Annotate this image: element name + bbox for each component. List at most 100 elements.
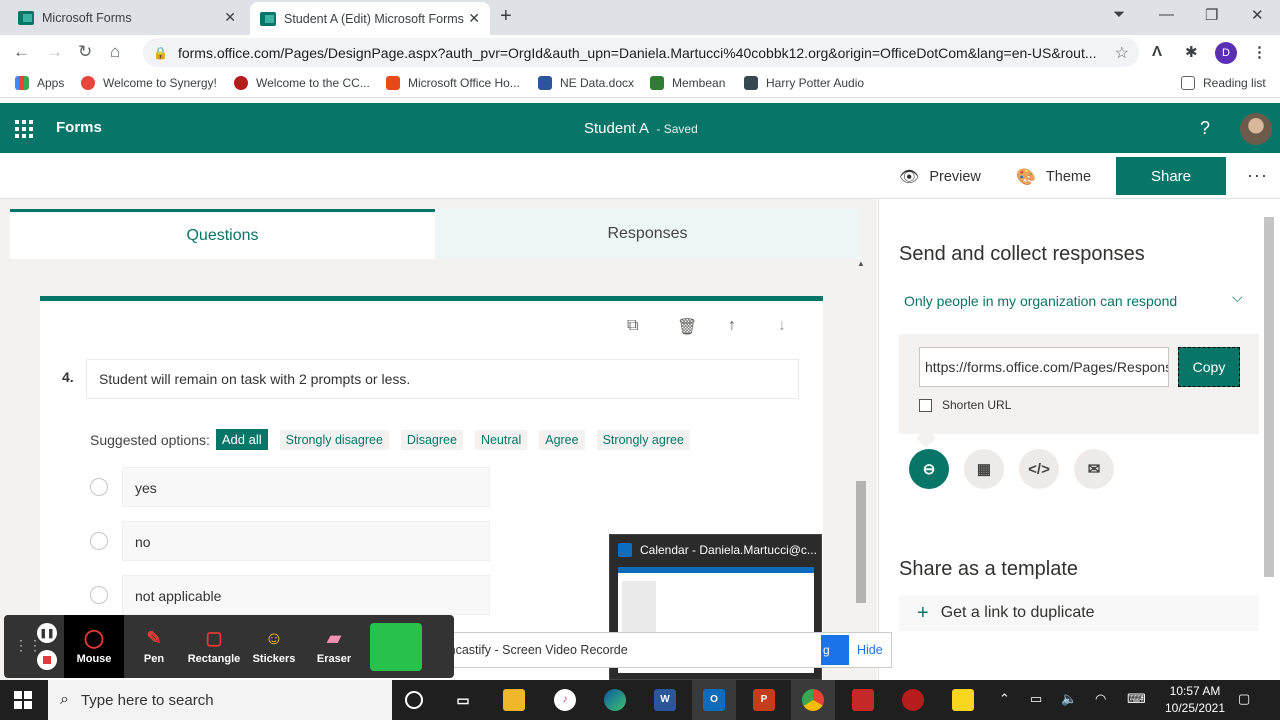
tool-stickers[interactable]: ☺ Stickers	[244, 615, 304, 678]
windows-start-icon[interactable]	[14, 691, 32, 709]
bookmark-membean[interactable]: Membean	[650, 76, 725, 90]
help-icon[interactable]: ?	[1200, 118, 1210, 139]
taskbar-search[interactable]: ⌕ Type here to search	[48, 680, 392, 720]
bookmark-star-icon[interactable]: ☆	[1115, 43, 1129, 63]
hide-button[interactable]: Hide	[857, 643, 883, 657]
suggestion-neutral[interactable]: Neutral	[474, 429, 528, 450]
outlook-taskbar-icon[interactable]: O	[703, 689, 725, 711]
keyboard-icon[interactable]: ⌨	[1127, 691, 1146, 707]
chevron-down-icon[interactable]: ⌵	[1232, 289, 1243, 306]
extension-a-icon[interactable]: Λ	[1152, 43, 1162, 60]
taskbar-clock[interactable]: 10:57 AM 10/25/2021	[1160, 683, 1230, 717]
add-all-button[interactable]: Add all	[215, 429, 268, 450]
browser-tab-forms[interactable]: Microsoft Forms ✕	[8, 0, 246, 35]
radio-button[interactable]	[90, 532, 108, 550]
tab-questions[interactable]: Questions	[10, 209, 435, 259]
home-icon[interactable]: ⌂	[110, 42, 120, 62]
task-view-icon[interactable]: ▭	[452, 689, 474, 711]
user-avatar[interactable]	[1240, 113, 1272, 145]
tool-pen[interactable]: ✎ Pen	[124, 615, 184, 678]
suggestion-agree[interactable]: Agree	[539, 429, 585, 450]
extensions-puzzle-icon[interactable]: ✱	[1185, 43, 1198, 61]
qr-code-icon[interactable]: ▦	[964, 449, 1004, 489]
scrollbar-thumb[interactable]	[856, 481, 866, 603]
powerpoint-icon[interactable]: P	[753, 689, 775, 711]
tool-mouse[interactable]: ◯ Mouse	[64, 615, 124, 678]
new-tab-button[interactable]: +	[500, 5, 512, 28]
email-icon[interactable]: ✉	[1074, 449, 1114, 489]
copy-question-icon[interactable]: ⧉	[627, 317, 638, 335]
tool-eraser[interactable]: ▰ Eraser	[304, 615, 364, 678]
audience-dropdown[interactable]: Only people in my organization can respo…	[904, 293, 1177, 309]
back-icon[interactable]: ←	[13, 42, 30, 62]
tool-rectangle[interactable]: ▢ Rectangle	[184, 615, 244, 678]
scroll-up-icon[interactable]: ▲	[857, 259, 865, 268]
close-window-icon[interactable]: ✕	[1251, 6, 1264, 24]
restore-icon[interactable]: ❐	[1205, 6, 1218, 24]
suggestion-disagree[interactable]: Disagree	[400, 429, 463, 450]
link-icon[interactable]: ⊖	[909, 449, 949, 489]
choice-input[interactable]: no	[122, 521, 490, 561]
stop-icon[interactable]	[37, 650, 57, 670]
word-icon[interactable]: W	[654, 689, 676, 711]
reload-icon[interactable]: ↻	[78, 42, 92, 62]
chrome-icon[interactable]	[802, 689, 824, 711]
battery-icon[interactable]: ▭	[1030, 691, 1042, 707]
teaching-app-icon[interactable]	[852, 689, 874, 711]
preview-button[interactable]: 👁 Preview	[899, 167, 981, 187]
omnibox[interactable]: 🔒 forms.office.com/Pages/DesignPage.aspx…	[143, 38, 1139, 67]
shorten-url-option[interactable]: Shorten URL	[919, 398, 1011, 412]
browser-menu-icon[interactable]: ⋮	[1252, 43, 1267, 61]
stop-sharing-button[interactable]: g	[821, 635, 849, 665]
suggestion-strongly-disagree[interactable]: Strongly disagree	[279, 429, 389, 450]
editor-scrollbar[interactable]: ▲	[855, 259, 867, 609]
tab-responses[interactable]: Responses	[435, 209, 860, 259]
bookmark-cc[interactable]: Welcome to the CC...	[234, 76, 370, 90]
screen-recorder-icon[interactable]	[902, 689, 924, 711]
bookmark-synergy[interactable]: Welcome to Synergy!	[81, 76, 217, 90]
move-up-icon[interactable]: ↑	[728, 317, 736, 335]
bookmark-office[interactable]: Microsoft Office Ho...	[386, 76, 520, 90]
bookmark-apps[interactable]: Apps	[15, 76, 64, 90]
screencastify-green-button[interactable]	[370, 623, 422, 671]
share-button[interactable]: Share	[1116, 157, 1226, 195]
reading-list[interactable]: Reading list	[1181, 76, 1266, 90]
sticky-notes-icon[interactable]	[952, 689, 974, 711]
app-launcher-icon[interactable]	[15, 120, 33, 138]
media-control-icon[interactable]: ⏷	[1113, 6, 1125, 23]
notifications-icon[interactable]: ▢	[1238, 691, 1250, 707]
browser-tab-student-a[interactable]: Student A (Edit) Microsoft Forms ✕	[250, 2, 490, 35]
tray-expand-icon[interactable]: ⌃	[999, 691, 1010, 707]
choice-input[interactable]: yes	[122, 467, 490, 507]
radio-button[interactable]	[90, 478, 108, 496]
bookmark-harry-potter[interactable]: Harry Potter Audio	[744, 76, 864, 90]
choice-input[interactable]: not applicable	[122, 575, 490, 615]
lock-icon[interactable]: 🔒	[153, 46, 168, 60]
delete-question-icon[interactable]: 🗑	[677, 317, 697, 337]
bookmark-ne-data[interactable]: NE Data.docx	[538, 76, 634, 90]
get-duplicate-link[interactable]: + Get a link to duplicate	[899, 595, 1259, 631]
radio-button[interactable]	[90, 586, 108, 604]
question-text-input[interactable]: Student will remain on task with 2 promp…	[86, 359, 799, 399]
profile-avatar[interactable]: D	[1215, 42, 1237, 64]
suggestion-strongly-agree[interactable]: Strongly agree	[596, 429, 690, 450]
forms-app-name[interactable]: Forms	[56, 119, 102, 136]
share-panel-scrollbar[interactable]	[1263, 207, 1275, 677]
itunes-icon[interactable]: ♪	[554, 689, 576, 711]
share-link-field[interactable]: https://forms.office.com/Pages/ResponseP…	[919, 347, 1169, 387]
copy-button[interactable]: Copy	[1178, 347, 1240, 387]
more-options-icon[interactable]: ···	[1247, 165, 1268, 186]
shorten-url-checkbox[interactable]	[919, 398, 932, 412]
scrollbar-thumb[interactable]	[1264, 217, 1274, 577]
move-down-icon[interactable]: ↓	[778, 317, 786, 335]
volume-icon[interactable]: 🔈	[1061, 691, 1077, 707]
edge-icon[interactable]	[604, 689, 626, 711]
close-tab-icon[interactable]: ✕	[468, 10, 480, 27]
theme-button[interactable]: 🎨 Theme	[1016, 167, 1091, 187]
forward-icon[interactable]: →	[46, 42, 63, 62]
embed-code-icon[interactable]: </>	[1019, 449, 1059, 489]
wifi-icon[interactable]: ◠	[1095, 691, 1106, 707]
url-text[interactable]: forms.office.com/Pages/DesignPage.aspx?a…	[178, 45, 1105, 61]
file-explorer-icon[interactable]	[503, 689, 525, 711]
drag-handle-icon[interactable]: ⋮⋮	[14, 637, 42, 654]
